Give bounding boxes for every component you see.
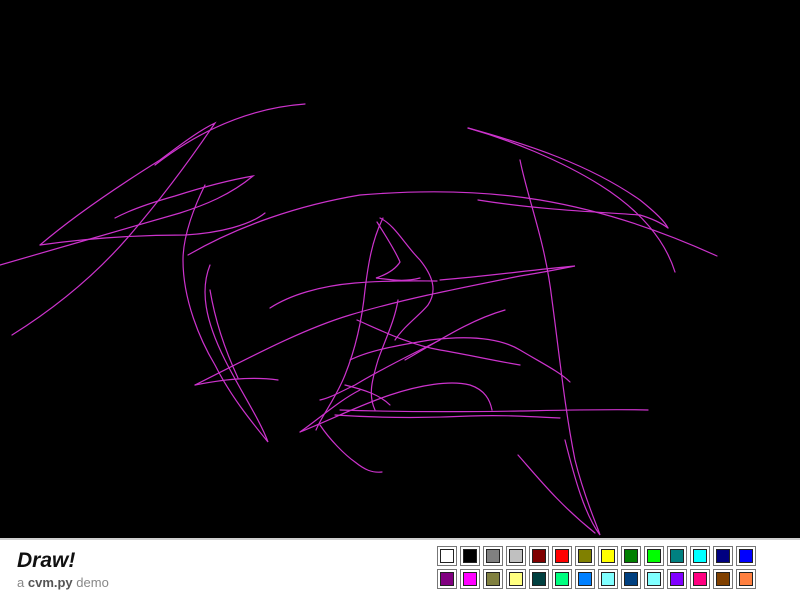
color-chip bbox=[509, 572, 523, 586]
color-swatch[interactable] bbox=[644, 546, 664, 566]
color-chip bbox=[509, 549, 523, 563]
color-swatch[interactable] bbox=[552, 569, 572, 589]
color-swatch[interactable] bbox=[667, 569, 687, 589]
sketch-stroke bbox=[187, 191, 718, 257]
color-swatch[interactable] bbox=[621, 546, 641, 566]
color-chip bbox=[601, 549, 615, 563]
color-swatch[interactable] bbox=[529, 569, 549, 589]
color-chip bbox=[647, 572, 661, 586]
color-chip bbox=[440, 549, 454, 563]
sketch-stroke bbox=[356, 319, 521, 366]
app-subtitle: a cvm.py demo bbox=[17, 575, 109, 590]
color-swatch[interactable] bbox=[483, 546, 503, 566]
color-swatch[interactable] bbox=[437, 569, 457, 589]
sketch-stroke bbox=[319, 424, 383, 473]
color-swatch[interactable] bbox=[644, 569, 664, 589]
color-swatch[interactable] bbox=[690, 569, 710, 589]
color-chip bbox=[693, 549, 707, 563]
sketch-stroke bbox=[194, 265, 576, 386]
footer-bar: Draw! a cvm.py demo bbox=[0, 538, 800, 600]
color-swatch[interactable] bbox=[667, 546, 687, 566]
color-chip bbox=[739, 572, 753, 586]
sketch-stroke bbox=[339, 408, 649, 413]
color-swatch[interactable] bbox=[506, 569, 526, 589]
color-chip bbox=[624, 572, 638, 586]
color-swatch[interactable] bbox=[506, 546, 526, 566]
color-swatch[interactable] bbox=[598, 569, 618, 589]
color-swatch[interactable] bbox=[437, 546, 457, 566]
color-swatch[interactable] bbox=[713, 546, 733, 566]
color-chip bbox=[716, 549, 730, 563]
color-chip bbox=[486, 549, 500, 563]
color-chip bbox=[578, 549, 592, 563]
sketch-stroke bbox=[477, 199, 669, 229]
sketch-stroke bbox=[467, 127, 676, 273]
sketch-stroke bbox=[467, 127, 669, 229]
color-chip bbox=[624, 549, 638, 563]
color-chip bbox=[739, 549, 753, 563]
color-swatch[interactable] bbox=[529, 546, 549, 566]
color-chip bbox=[647, 549, 661, 563]
color-swatch[interactable] bbox=[621, 569, 641, 589]
color-chip bbox=[716, 572, 730, 586]
sketch-stroke bbox=[517, 454, 596, 534]
sketch-stroke bbox=[375, 221, 421, 281]
subtitle-prefix: a bbox=[17, 575, 25, 590]
color-swatch[interactable] bbox=[736, 546, 756, 566]
color-swatch[interactable] bbox=[460, 569, 480, 589]
subtitle-suffix: demo bbox=[76, 575, 109, 590]
color-chip bbox=[578, 572, 592, 586]
color-chip bbox=[555, 572, 569, 586]
app-title: Draw! bbox=[17, 549, 76, 572]
color-swatch[interactable] bbox=[598, 546, 618, 566]
color-swatch[interactable] bbox=[552, 546, 572, 566]
color-palette bbox=[437, 546, 756, 589]
color-chip bbox=[601, 572, 615, 586]
color-swatch[interactable] bbox=[460, 546, 480, 566]
color-chip bbox=[693, 572, 707, 586]
subtitle-brand: cvm.py bbox=[27, 575, 73, 590]
sketch-strokes bbox=[0, 103, 718, 536]
color-chip bbox=[670, 572, 684, 586]
color-swatch[interactable] bbox=[713, 569, 733, 589]
color-swatch[interactable] bbox=[736, 569, 756, 589]
color-chip bbox=[532, 549, 546, 563]
color-chip bbox=[532, 572, 546, 586]
sketch-stroke bbox=[154, 103, 306, 166]
sketch-stroke bbox=[0, 175, 256, 266]
sketch-stroke bbox=[334, 414, 561, 419]
sketch-stroke bbox=[349, 337, 571, 383]
color-chip bbox=[670, 549, 684, 563]
color-swatch[interactable] bbox=[690, 546, 710, 566]
color-chip bbox=[440, 572, 454, 586]
color-chip bbox=[463, 549, 477, 563]
color-chip bbox=[463, 572, 477, 586]
color-chip bbox=[555, 549, 569, 563]
sketch-stroke bbox=[519, 159, 601, 536]
color-chip bbox=[486, 572, 500, 586]
color-swatch[interactable] bbox=[483, 569, 503, 589]
sketch-stroke bbox=[11, 121, 217, 336]
color-swatch[interactable] bbox=[575, 569, 595, 589]
sketch-stroke bbox=[269, 280, 438, 309]
drawing-canvas[interactable] bbox=[0, 0, 800, 538]
color-swatch[interactable] bbox=[575, 546, 595, 566]
